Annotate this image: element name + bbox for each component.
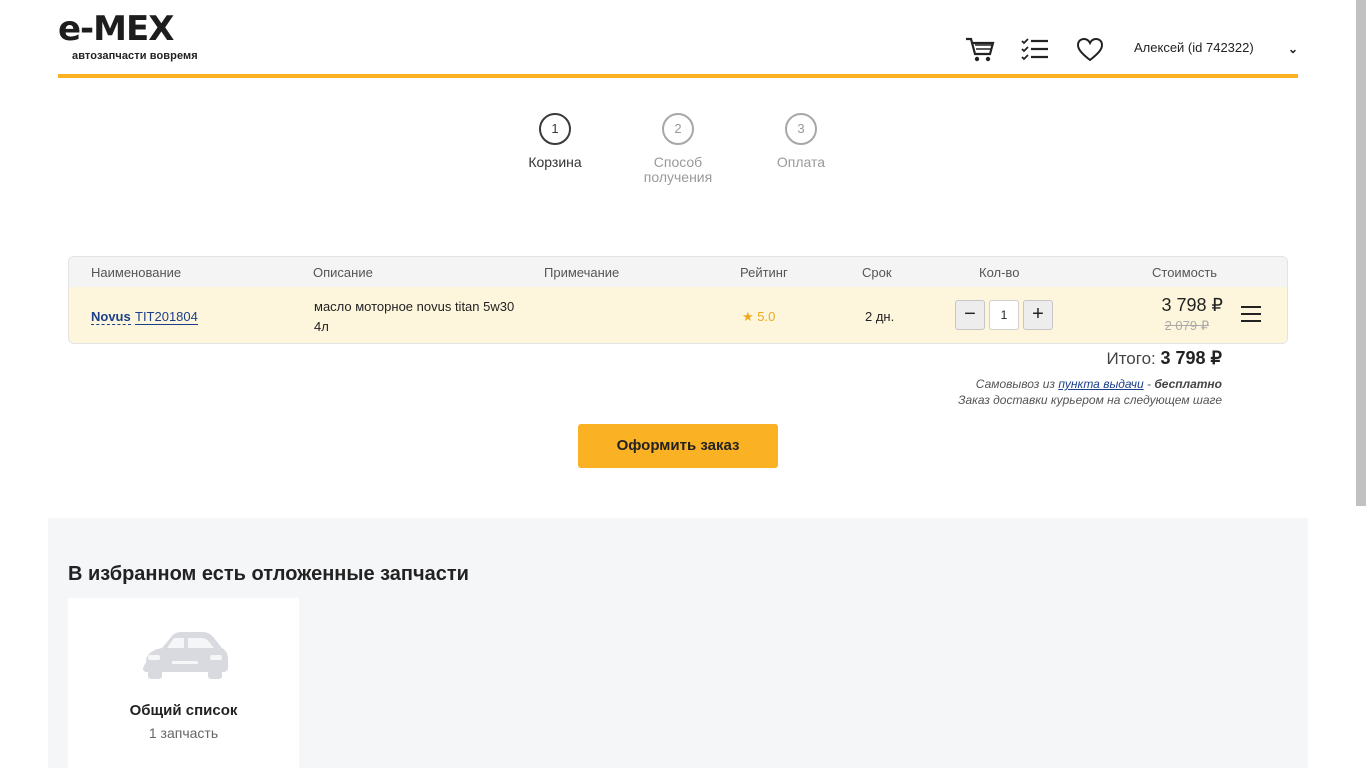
pickup-free-label: бесплатно [1154, 377, 1222, 391]
pickup-line: Самовывоз из пункта выдачи - бесплатно [700, 376, 1222, 392]
user-account-menu[interactable]: Алексей (id 742322) ⌄ [1134, 40, 1300, 64]
favorites-section: В избранном есть отложенные запчасти Общ… [48, 518, 1308, 768]
checkout-button[interactable]: Оформить заказ [578, 424, 778, 468]
step-number: 3 [785, 113, 817, 145]
increase-quantity-button[interactable]: + [1023, 300, 1053, 330]
item-price: 3 798 ₽ [1161, 295, 1224, 315]
step-delivery-method[interactable]: 2 Способ получения [628, 113, 728, 185]
total-value: 3 798 ₽ [1160, 348, 1223, 368]
cart-table: Наименование Описание Примечание Рейтинг… [68, 256, 1288, 344]
total-label: Итого: [1106, 349, 1156, 368]
user-name-label: Алексей (id 742322) [1134, 40, 1254, 55]
cart-icon[interactable] [965, 36, 995, 64]
logo-tagline: автозапчасти вовремя [72, 50, 198, 62]
product-brand-link[interactable]: Novus [91, 309, 131, 325]
product-description: масло моторное novus titan 5w30 4л [314, 299, 515, 334]
logo-wordmark: e-MEX [58, 9, 174, 49]
emex-logo[interactable]: e-MEX автозапчасти вовремя [58, 12, 208, 64]
step-label: Корзина [528, 154, 582, 170]
checklist-icon[interactable] [1020, 36, 1050, 64]
pickup-separator: - [1147, 377, 1152, 391]
column-header-name: Наименование [91, 265, 182, 280]
step-number: 1 [539, 113, 571, 145]
star-icon: ★ [742, 309, 754, 324]
delivery-info: Самовывоз из пункта выдачи - бесплатно З… [700, 376, 1222, 408]
column-header-term: Срок [862, 265, 892, 280]
item-old-price: 2 079 ₽ [1164, 318, 1209, 333]
page-scrollbar[interactable] [1356, 0, 1366, 506]
quantity-stepper: − 1 + [955, 300, 1055, 330]
step-cart[interactable]: 1 Корзина [505, 113, 605, 170]
column-header-price: Стоимость [1152, 265, 1218, 280]
column-header-description: Описание [313, 265, 373, 280]
courier-note: Заказ доставки курьером на следующем шаг… [958, 393, 1222, 407]
cart-table-header: Наименование Описание Примечание Рейтинг… [69, 257, 1287, 287]
order-total: Итого: 3 798 ₽ [900, 348, 1222, 369]
column-header-note: Примечание [544, 265, 620, 280]
chevron-down-icon: ⌄ [1287, 42, 1298, 56]
favorites-list-count: 1 запчасть [148, 725, 219, 741]
step-number: 2 [662, 113, 694, 145]
favorites-title: В избранном есть отложенные запчасти [68, 563, 469, 585]
car-icon [143, 632, 228, 679]
favorites-list-card[interactable]: Общий список 1 запчасть [68, 598, 299, 768]
product-rating: ★ 5.0 [742, 309, 775, 325]
table-row: Novus TIT201804 масло моторное novus tit… [69, 287, 1287, 343]
product-article-link[interactable]: TIT201804 [135, 309, 198, 325]
step-label: Оплата [776, 154, 826, 170]
decrease-quantity-button[interactable]: − [955, 300, 985, 330]
step-payment[interactable]: 3 Оплата [751, 113, 851, 170]
step-label: Способ получения [643, 154, 713, 185]
site-header: e-MEX автозапчасти вовремя Алексей (id 7… [58, 0, 1298, 78]
pickup-point-link[interactable]: пункта выдачи [1058, 377, 1143, 391]
quantity-input[interactable]: 1 [989, 300, 1019, 330]
rating-value: 5.0 [757, 309, 776, 324]
column-header-quantity: Кол-во [979, 265, 1020, 280]
favorites-list-name: Общий список [129, 702, 238, 719]
hamburger-menu-icon[interactable] [1241, 306, 1261, 324]
delivery-term: 2 дн. [865, 309, 895, 324]
pickup-prefix: Самовывоз из [975, 377, 1055, 391]
heart-icon[interactable] [1075, 36, 1105, 64]
column-header-rating: Рейтинг [740, 265, 788, 280]
